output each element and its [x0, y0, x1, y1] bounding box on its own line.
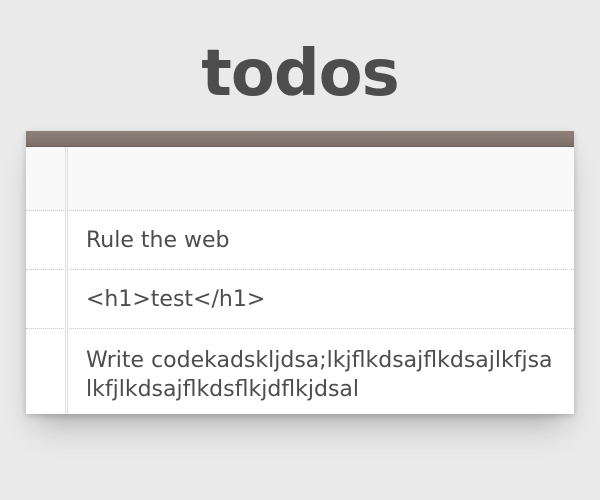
todo-item-label[interactable]: <h1>test</h1> — [86, 270, 554, 329]
todo-list: Rule the web <h1>test</h1> Write codekad… — [26, 211, 574, 414]
todo-card: Rule the web <h1>test</h1> Write codekad… — [26, 131, 574, 414]
todo-item[interactable]: Write codekadskljdsa;lkjflkdsajflkdsajlk… — [26, 329, 574, 414]
todo-item[interactable]: Rule the web — [26, 211, 574, 270]
todo-app: todos Rule the web <h1>test</h1> Write c… — [0, 0, 600, 500]
card-top-bar — [26, 131, 574, 147]
todo-item-label[interactable]: Write codekadskljdsa;lkjflkdsajflkdsajlk… — [86, 346, 554, 404]
todo-item-label[interactable]: Rule the web — [86, 211, 554, 270]
todo-item[interactable]: <h1>test</h1> — [26, 270, 574, 329]
app-title: todos — [201, 37, 399, 111]
new-todo-input[interactable] — [26, 147, 574, 211]
